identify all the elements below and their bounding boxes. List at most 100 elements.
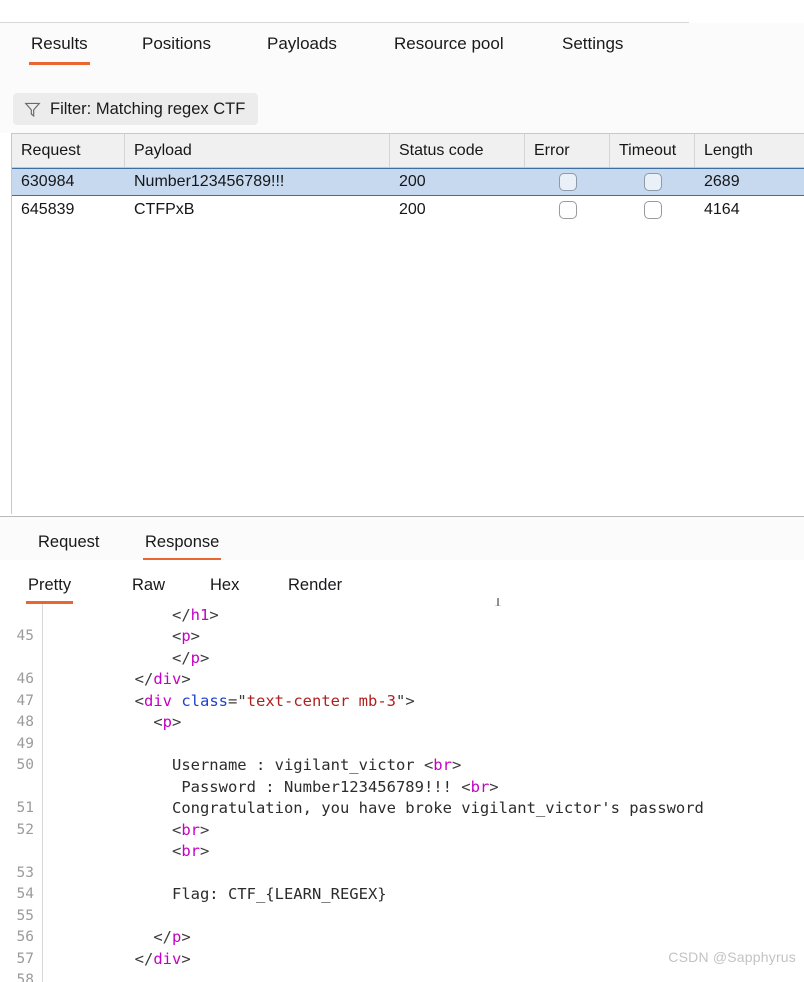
tab-label: Render: [288, 576, 343, 594]
code-line-text[interactable]: </div>: [60, 670, 804, 688]
cell-timeout[interactable]: [610, 196, 695, 224]
code-line: </h1>: [0, 604, 804, 626]
code-token-pun: >: [172, 713, 182, 732]
code-line: 50 Username : vigilant_victor <br>: [0, 755, 804, 777]
code-token-pun: <: [423, 756, 434, 775]
code-line: 48 <p>: [0, 712, 804, 734]
line-number: 57: [16, 950, 34, 967]
cell-error[interactable]: [525, 196, 610, 224]
tab-resource-pool[interactable]: Resource pool: [392, 34, 506, 65]
error-checkbox[interactable]: [558, 173, 577, 191]
code-line-text[interactable]: </p>: [60, 928, 804, 946]
code-line: 49: [0, 733, 804, 755]
tab-hex[interactable]: Hex: [208, 576, 241, 604]
code-line-text[interactable]: Password : Number123456789!!! <br>: [60, 778, 804, 796]
code-line: 55: [0, 905, 804, 927]
code-line-text[interactable]: <p>: [60, 627, 804, 645]
cell-error[interactable]: [525, 169, 610, 195]
tab-label: Resource pool: [394, 34, 504, 53]
line-number: 56: [16, 929, 34, 946]
code-token-tag: p: [162, 713, 172, 732]
response-body-viewer[interactable]: </h1> 45 <p> </p> 46 </div> 47 <div class="…: [0, 604, 804, 982]
cell-length: 4164: [704, 201, 740, 218]
line-number: 49: [16, 735, 34, 752]
code-token-pun: >: [181, 928, 191, 947]
table-row[interactable]: 645839 CTFPxB 200 4164: [12, 196, 804, 224]
table-header-row: Request Payload Status code Error Timeout Len…: [12, 134, 804, 168]
column-header-request[interactable]: Request: [12, 134, 125, 167]
tab-label: Hex: [210, 576, 240, 594]
code-token-tag: div: [153, 949, 182, 968]
message-view-tab-bar: Pretty Raw Hex Render: [0, 560, 804, 605]
tab-response[interactable]: Response: [143, 533, 222, 561]
code-token-pun: </: [60, 648, 191, 667]
code-token-pun: >: [200, 648, 210, 667]
cell-request: 645839: [21, 201, 75, 218]
code-token-pun: <: [461, 777, 471, 796]
code-line-text[interactable]: Congratulation, you have broke vigilant_…: [60, 799, 804, 817]
code-token-pun: <: [60, 691, 144, 710]
error-checkbox[interactable]: [558, 201, 577, 219]
tab-settings[interactable]: Settings: [560, 34, 625, 65]
tab-pretty[interactable]: Pretty: [26, 576, 74, 604]
code-line-text[interactable]: </h1>: [60, 606, 804, 624]
code-line: 52 <br>: [0, 819, 804, 841]
line-number: 46: [16, 671, 34, 688]
code-line-text[interactable]: <div class="text-center mb-3">: [60, 692, 804, 710]
code-token-txt: Username : vigilant_victor: [60, 756, 424, 775]
code-token-pun: </: [60, 605, 191, 624]
table-body[interactable]: 630984 Number123456789!!! 200 2689 645839 CTF…: [12, 168, 804, 224]
code-token-pun: </: [60, 949, 154, 968]
code-token-pun: </: [60, 928, 172, 947]
code-token-pun: =": [228, 691, 247, 710]
code-line: </p>: [0, 647, 804, 669]
code-line-text[interactable]: Flag: CTF_{LEARN_REGEX}: [60, 885, 804, 903]
code-token-tag: br: [181, 820, 200, 839]
code-token-pun: >: [451, 756, 462, 775]
funnel-icon: [24, 102, 41, 117]
code-line-text[interactable]: <p>: [60, 713, 804, 731]
code-line: 58: [0, 970, 804, 982]
code-line: 46 </div>: [0, 669, 804, 691]
code-line: Password : Number123456789!!! <br>: [0, 776, 804, 798]
column-header-length[interactable]: Length: [695, 134, 804, 167]
code-line-text[interactable]: Username : vigilant_victor <br>: [60, 756, 804, 774]
code-token-pun: >: [181, 949, 191, 968]
cell-payload: CTFPxB: [134, 201, 195, 218]
tab-render[interactable]: Render: [286, 576, 344, 604]
timeout-checkbox[interactable]: [643, 173, 662, 191]
cell-timeout[interactable]: [610, 169, 695, 195]
code-token-tag: br: [470, 777, 490, 796]
filter-chip-button[interactable]: Filter: Matching regex CTF: [13, 93, 259, 125]
line-number: 45: [16, 628, 34, 645]
tab-results[interactable]: Results: [29, 34, 90, 65]
code-line: 51 Congratulation, you have broke vigila…: [0, 798, 804, 820]
tab-raw[interactable]: Raw: [130, 576, 167, 604]
code-token-pun: <: [60, 627, 182, 646]
column-header-timeout[interactable]: Timeout: [610, 134, 695, 167]
tab-label: Results: [31, 34, 88, 53]
code-line: <br>: [0, 841, 804, 863]
code-lines[interactable]: </h1> 45 <p> </p> 46 </div> 47 <div class="…: [0, 604, 804, 982]
column-header-status[interactable]: Status code: [390, 134, 525, 167]
code-token-tag: p: [171, 928, 182, 947]
column-header-error[interactable]: Error: [525, 134, 610, 167]
results-table[interactable]: Request Payload Status code Error Timeout Len…: [11, 133, 804, 514]
tab-positions[interactable]: Positions: [140, 34, 213, 65]
code-line: 45 <p>: [0, 626, 804, 648]
timeout-checkbox[interactable]: [643, 201, 662, 219]
tab-request[interactable]: Request: [36, 533, 101, 561]
tab-label: Raw: [132, 576, 166, 594]
code-line-text[interactable]: <br>: [60, 842, 804, 860]
code-line-text[interactable]: <br>: [60, 821, 804, 839]
line-number: 53: [16, 864, 34, 881]
tab-label: Request: [38, 533, 100, 551]
line-number: 48: [16, 714, 34, 731]
code-token-tag: br: [433, 756, 452, 775]
tab-label: Positions: [142, 34, 211, 53]
tab-payloads[interactable]: Payloads: [265, 34, 339, 65]
column-header-payload[interactable]: Payload: [125, 134, 390, 167]
table-row[interactable]: 630984 Number123456789!!! 200 2689: [12, 168, 804, 196]
code-token-pun: </: [60, 670, 154, 689]
code-line-text[interactable]: </p>: [60, 649, 804, 667]
